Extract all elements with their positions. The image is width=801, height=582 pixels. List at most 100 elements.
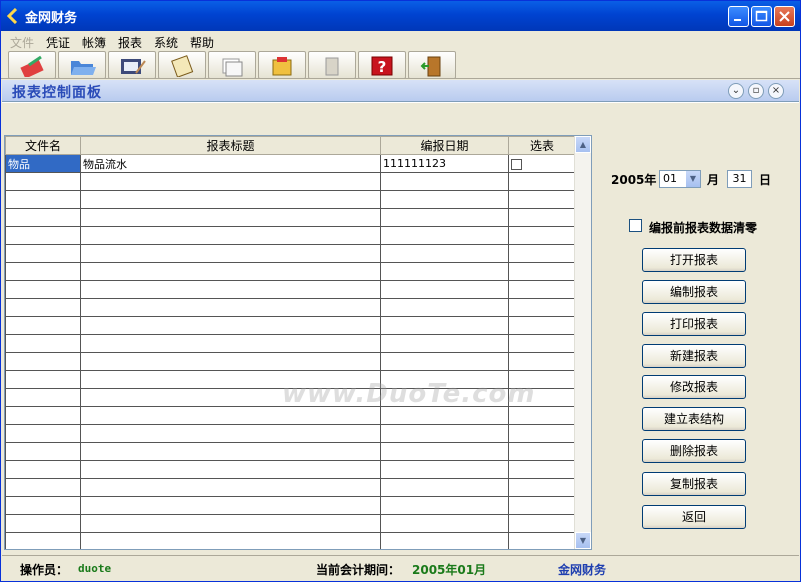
menu-report[interactable]: 报表 (118, 34, 142, 51)
table-cell[interactable] (5, 262, 81, 281)
table-cell[interactable] (380, 316, 509, 335)
report-grid[interactable]: 文件名 报表标题 编报日期 选表 物品 物品流水 111111123 ▲ ▼ (4, 135, 592, 550)
table-cell[interactable] (508, 496, 576, 515)
panel-maximize-button[interactable]: ▫ (748, 83, 764, 99)
table-cell[interactable] (5, 172, 81, 191)
cell-title[interactable]: 物品流水 (80, 154, 381, 173)
table-cell[interactable] (80, 496, 381, 515)
table-cell[interactable] (508, 514, 576, 533)
table-cell[interactable] (380, 298, 509, 317)
table-cell[interactable] (508, 532, 576, 549)
table-row[interactable] (5, 280, 576, 299)
column-header-select[interactable]: 选表 (508, 136, 576, 155)
table-cell[interactable] (80, 352, 381, 371)
table-cell[interactable] (80, 460, 381, 479)
table-cell[interactable] (5, 226, 81, 245)
table-row[interactable] (5, 460, 576, 479)
table-cell[interactable] (380, 478, 509, 497)
table-cell[interactable] (380, 244, 509, 263)
table-cell[interactable] (508, 442, 576, 461)
table-cell[interactable] (380, 352, 509, 371)
clear-data-checkbox[interactable] (629, 219, 642, 232)
table-cell[interactable] (508, 190, 576, 209)
table-cell[interactable] (80, 532, 381, 549)
table-cell[interactable] (80, 478, 381, 497)
close-button[interactable] (774, 6, 795, 27)
vertical-scrollbar[interactable]: ▲ ▼ (574, 136, 591, 549)
table-cell[interactable] (5, 442, 81, 461)
scroll-down-button[interactable]: ▼ (575, 532, 591, 549)
table-cell[interactable] (508, 406, 576, 425)
toolbar-report-button[interactable] (258, 51, 306, 79)
table-cell[interactable] (5, 298, 81, 317)
table-cell[interactable] (80, 514, 381, 533)
table-cell[interactable] (5, 478, 81, 497)
table-cell[interactable] (508, 226, 576, 245)
menu-voucher[interactable]: 凭证 (46, 34, 70, 51)
table-cell[interactable] (80, 424, 381, 443)
table-cell[interactable] (5, 208, 81, 227)
table-cell[interactable] (5, 460, 81, 479)
table-cell[interactable] (508, 352, 576, 371)
table-row[interactable] (5, 316, 576, 335)
toolbar-ledger-button[interactable] (108, 51, 156, 79)
menu-help[interactable]: 帮助 (190, 34, 214, 51)
table-row[interactable] (5, 352, 576, 371)
table-cell[interactable] (380, 460, 509, 479)
table-row[interactable] (5, 478, 576, 497)
table-row[interactable] (5, 496, 576, 515)
toolbar-book-button[interactable] (308, 51, 356, 79)
copy-report-button[interactable]: 复制报表 (642, 472, 746, 496)
table-row[interactable] (5, 298, 576, 317)
table-cell[interactable] (380, 334, 509, 353)
table-row[interactable] (5, 424, 576, 443)
table-cell[interactable] (508, 316, 576, 335)
table-cell[interactable] (380, 442, 509, 461)
panel-close-button[interactable]: × (768, 83, 784, 99)
minimize-button[interactable] (728, 6, 749, 27)
new-report-button[interactable]: 新建报表 (642, 344, 746, 368)
column-header-date[interactable]: 编报日期 (380, 136, 509, 155)
table-cell[interactable] (5, 244, 81, 263)
table-cell[interactable] (380, 208, 509, 227)
table-cell[interactable] (80, 262, 381, 281)
back-button[interactable]: 返回 (642, 505, 746, 529)
table-cell[interactable] (5, 388, 81, 407)
table-row[interactable] (5, 262, 576, 281)
table-cell[interactable] (5, 406, 81, 425)
panel-collapse-button[interactable]: ⌄ (728, 83, 744, 99)
table-row[interactable] (5, 208, 576, 227)
table-cell[interactable] (80, 190, 381, 209)
table-cell[interactable] (5, 532, 81, 549)
table-row[interactable] (5, 406, 576, 425)
table-row[interactable] (5, 226, 576, 245)
column-header-title[interactable]: 报表标题 (80, 136, 381, 155)
table-row[interactable] (5, 514, 576, 533)
table-cell[interactable] (508, 172, 576, 191)
table-cell[interactable] (80, 406, 381, 425)
menu-file[interactable]: 文件 (10, 34, 34, 51)
table-cell[interactable] (5, 280, 81, 299)
table-row[interactable] (5, 532, 576, 549)
scroll-up-button[interactable]: ▲ (575, 136, 591, 153)
table-cell[interactable] (508, 478, 576, 497)
toolbar-open-button[interactable] (58, 51, 106, 79)
table-row[interactable] (5, 442, 576, 461)
select-checkbox[interactable] (511, 158, 522, 170)
table-row[interactable]: 物品 物品流水 111111123 (5, 154, 576, 173)
menu-system[interactable]: 系统 (154, 34, 178, 51)
toolbar-voucher-button[interactable] (8, 51, 56, 79)
table-cell[interactable] (380, 262, 509, 281)
toolbar-help-button[interactable]: ? (358, 51, 406, 79)
table-row[interactable] (5, 172, 576, 191)
table-cell[interactable] (5, 496, 81, 515)
table-cell[interactable] (5, 190, 81, 209)
table-cell[interactable] (80, 226, 381, 245)
compile-report-button[interactable]: 编制报表 (642, 280, 746, 304)
table-cell[interactable] (508, 280, 576, 299)
table-cell[interactable] (380, 190, 509, 209)
table-cell[interactable] (380, 532, 509, 549)
cell-file[interactable]: 物品 (5, 154, 81, 173)
table-cell[interactable] (80, 442, 381, 461)
toolbar-exit-button[interactable] (408, 51, 456, 79)
